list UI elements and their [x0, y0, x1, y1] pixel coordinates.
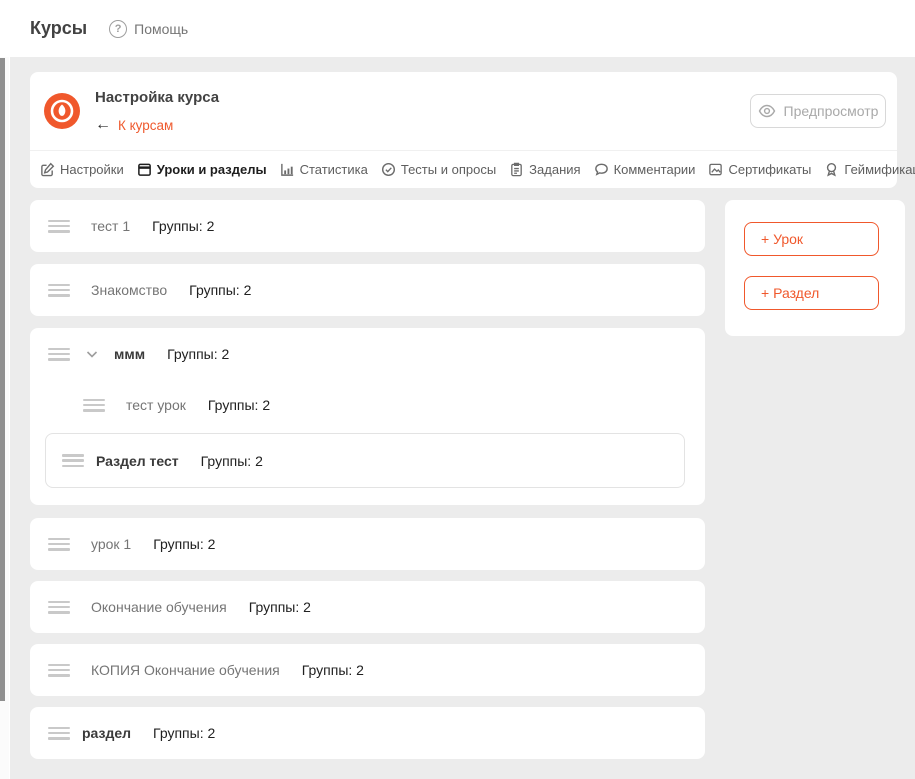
lesson-name: урок 1	[91, 536, 131, 552]
lesson-name: КОПИЯ Окончание обучения	[91, 662, 280, 678]
help-link[interactable]: ? Помощь	[109, 20, 188, 38]
course-title: Настройка курса	[95, 89, 219, 106]
course-logo-icon	[44, 93, 80, 129]
tab-label: Статистика	[300, 162, 368, 177]
lesson-row[interactable]: урок 1 Группы: 2	[30, 518, 705, 570]
drag-handle-icon[interactable]	[48, 538, 70, 551]
course-settings-card: Настройка курса ← К курсам Предпросмотр	[30, 72, 897, 188]
clipboard-icon	[509, 162, 524, 177]
calendar-icon	[137, 162, 152, 177]
help-label: Помощь	[134, 21, 188, 37]
course-tabs: Настройки Уроки и разделы Статистика	[30, 150, 897, 188]
section-name: ммм	[114, 346, 145, 362]
tab-comments[interactable]: Комментарии	[594, 162, 696, 177]
drag-handle-icon[interactable]	[48, 220, 70, 233]
tab-label: Настройки	[60, 162, 124, 177]
groups-label: Группы: 2	[167, 346, 229, 362]
section-name: Раздел тест	[96, 453, 179, 469]
tab-assignments[interactable]: Задания	[509, 162, 580, 177]
groups-label: Группы: 2	[201, 453, 263, 469]
groups-label: Группы: 2	[153, 725, 215, 741]
preview-button[interactable]: Предпросмотр	[750, 94, 886, 128]
chevron-down-icon[interactable]	[84, 346, 100, 362]
tab-label: Комментарии	[614, 162, 696, 177]
lesson-row[interactable]: тест 1 Группы: 2	[30, 200, 705, 252]
groups-label: Группы: 2	[153, 536, 215, 552]
edit-icon	[40, 162, 55, 177]
groups-label: Группы: 2	[249, 599, 311, 615]
lesson-name: тест урок	[126, 397, 186, 413]
arrow-left-icon: ←	[95, 116, 111, 134]
tab-label: Уроки и разделы	[157, 162, 267, 177]
add-lesson-button[interactable]: + Урок	[744, 222, 879, 256]
groups-label: Группы: 2	[208, 397, 270, 413]
lesson-name: Знакомство	[91, 282, 167, 298]
drag-handle-icon[interactable]	[48, 284, 70, 297]
page-header: Курсы ? Помощь	[0, 0, 915, 57]
section-name: раздел	[82, 725, 131, 741]
certificate-icon	[708, 162, 723, 177]
scrollbar-track	[0, 57, 9, 779]
tab-statistics[interactable]: Статистика	[280, 162, 368, 177]
drag-handle-icon[interactable]	[83, 399, 105, 412]
tab-settings[interactable]: Настройки	[40, 162, 124, 177]
groups-label: Группы: 2	[152, 218, 214, 234]
lesson-row[interactable]: Окончание обучения Группы: 2	[30, 581, 705, 633]
page-title: Курсы	[30, 18, 87, 39]
drag-handle-icon[interactable]	[62, 454, 84, 467]
tab-certificates[interactable]: Сертификаты	[708, 162, 811, 177]
lesson-row[interactable]: Знакомство Группы: 2	[30, 264, 705, 316]
tab-label: Тесты и опросы	[401, 162, 496, 177]
section-row[interactable]: раздел Группы: 2	[30, 707, 705, 759]
section-row-expanded: ммм Группы: 2 тест урок Группы: 2 Раздел…	[30, 328, 705, 505]
tab-label: Сертификаты	[728, 162, 811, 177]
nested-lesson-row[interactable]: тест урок Группы: 2	[83, 379, 270, 431]
lesson-name: Окончание обучения	[91, 599, 227, 615]
bar-chart-icon	[280, 162, 295, 177]
tab-label: Задания	[529, 162, 580, 177]
scrollbar-thumb[interactable]	[0, 58, 5, 701]
drag-handle-icon[interactable]	[48, 664, 70, 677]
actions-panel: + Урок + Раздел	[725, 200, 905, 336]
add-section-button[interactable]: + Раздел	[744, 276, 879, 310]
drag-handle-icon[interactable]	[48, 601, 70, 614]
back-to-courses-link[interactable]: ← К курсам	[95, 116, 173, 134]
comment-icon	[594, 162, 609, 177]
section-row[interactable]: ммм Группы: 2	[30, 328, 705, 380]
medal-icon	[824, 162, 839, 177]
preview-button-label: Предпросмотр	[784, 103, 879, 119]
eye-icon	[758, 104, 776, 118]
question-circle-icon: ?	[109, 20, 127, 38]
lesson-row[interactable]: КОПИЯ Окончание обучения Группы: 2	[30, 644, 705, 696]
groups-label: Группы: 2	[302, 662, 364, 678]
course-card-header: Настройка курса ← К курсам Предпросмотр	[30, 72, 897, 150]
drag-handle-icon[interactable]	[48, 727, 70, 740]
lesson-name: тест 1	[91, 218, 130, 234]
back-link-label: К курсам	[118, 118, 173, 133]
nested-section-row[interactable]: Раздел тест Группы: 2	[45, 433, 685, 488]
groups-label: Группы: 2	[189, 282, 251, 298]
tab-lessons-sections[interactable]: Уроки и разделы	[137, 162, 267, 177]
check-circle-icon	[381, 162, 396, 177]
tab-gamification[interactable]: Геймификация	[824, 162, 915, 177]
drag-handle-icon[interactable]	[48, 348, 70, 361]
tab-tests-polls[interactable]: Тесты и опросы	[381, 162, 496, 177]
tab-label: Геймификация	[844, 162, 915, 177]
